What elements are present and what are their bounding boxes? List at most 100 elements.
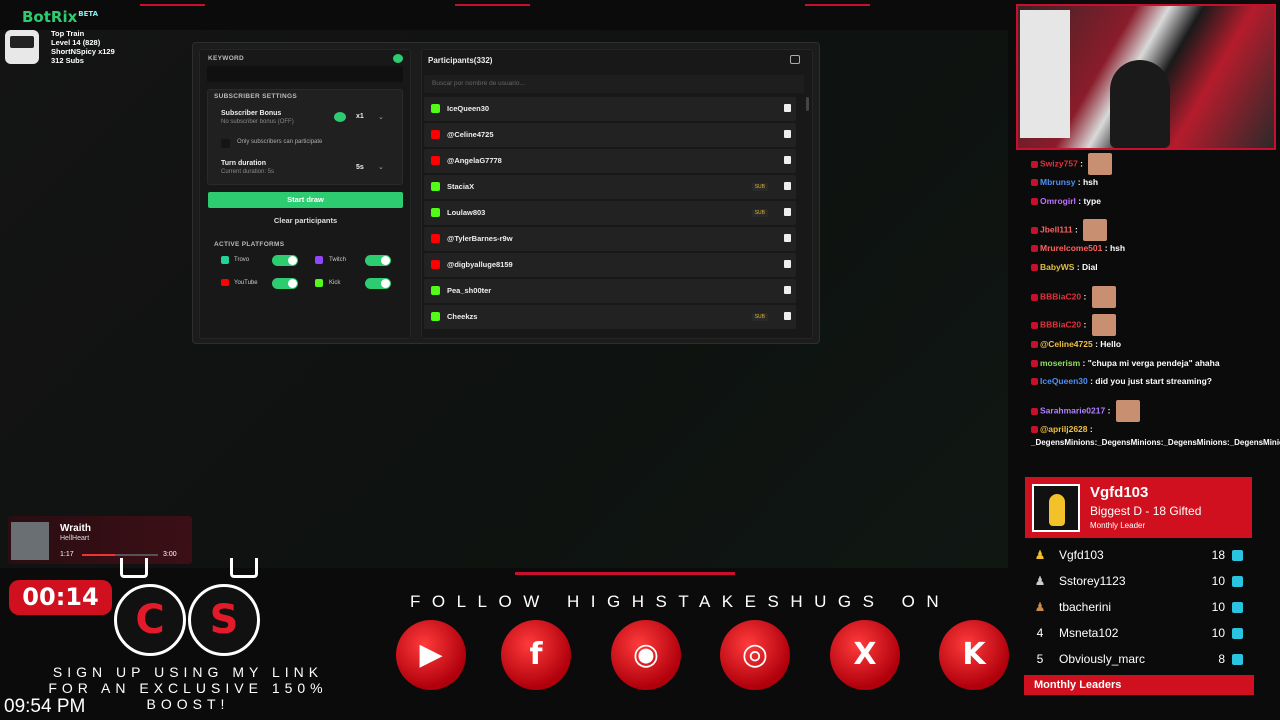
emote-icon — [1083, 219, 1108, 241]
platform-label: Trovo — [234, 257, 250, 263]
leaderboard-name: Msneta102 — [1059, 626, 1119, 640]
turn-duration-select[interactable]: 5s — [356, 164, 364, 171]
track-progress-fill — [82, 554, 115, 556]
trophy-icon: ♟ — [1034, 548, 1046, 562]
follow-text: FOLLOW HIGHSTAKESHUGS ON — [410, 592, 951, 611]
trash-icon[interactable] — [784, 156, 791, 164]
trash-icon[interactable] — [784, 286, 791, 294]
badge-icon — [1031, 293, 1038, 301]
twitch-toggle[interactable] — [365, 255, 391, 266]
trash-icon[interactable] — [784, 234, 791, 242]
leaderboard-count: 18 — [1211, 548, 1225, 562]
multiplier-select[interactable]: x1 — [356, 113, 364, 120]
webcam-streamer — [1110, 60, 1170, 148]
emote-icon — [1088, 153, 1113, 175]
kick-icon — [431, 182, 440, 191]
trovo-icon — [221, 256, 229, 264]
emote-icon — [1091, 286, 1116, 308]
leaderboard-count: 10 — [1211, 626, 1225, 640]
chat-text: did you just start streaming? — [1095, 376, 1212, 386]
instagram-icon: ◎ — [720, 620, 790, 690]
youtube-icon: ▶ — [396, 620, 466, 690]
clock: 09:54 PM — [4, 696, 86, 717]
s-logo: S — [188, 584, 260, 656]
trash-icon[interactable] — [784, 208, 791, 216]
trash-icon[interactable] — [784, 312, 791, 320]
album-art — [11, 522, 49, 560]
participant-name: Loulaw803 — [447, 208, 486, 217]
chat-username[interactable]: Sarahmarie0217 — [1040, 405, 1105, 415]
leaderboard-row: ♟ Vgfd103 18 — [1030, 545, 1245, 567]
leaderboard-rank: 5 — [1036, 652, 1044, 666]
countdown-timer: 00:14 — [9, 580, 112, 615]
youtube-toggle[interactable] — [272, 278, 298, 289]
chat-message: Mrurelcome501 : hsh — [1031, 243, 1125, 253]
participant-row: StaciaX SUB — [424, 175, 796, 199]
search-placeholder: Buscar por nombre de usuario... — [432, 80, 525, 87]
trash-icon[interactable] — [784, 104, 791, 112]
chat-username[interactable]: Jbell111 — [1040, 224, 1073, 234]
chat-message: BBBiaC20 : — [1031, 314, 1116, 336]
participant-row: Cheekzs SUB — [424, 305, 796, 329]
participant-name: IceQueen30 — [447, 104, 490, 113]
sub-badge: SUB — [751, 183, 768, 191]
badge-icon — [1031, 407, 1038, 415]
participant-row: IceQueen30 — [424, 97, 796, 121]
participant-name: @AngelaG7778 — [447, 156, 502, 165]
badge-icon — [1031, 426, 1038, 434]
chat-text: _DegensMinions:_DegensMinions:_DegensMin… — [1031, 438, 1280, 447]
chat-text: hsh — [1082, 177, 1099, 187]
chat-message: BabyWS : Dial — [1031, 262, 1098, 272]
chat-message: Sarahmarie0217 : — [1031, 400, 1140, 422]
track-artist: HellHeart — [60, 535, 90, 542]
x-icon: X — [830, 620, 900, 690]
keyword-input[interactable] — [207, 66, 403, 82]
chat-username[interactable]: @aprilj2628 — [1040, 424, 1088, 434]
trash-icon[interactable] — [784, 130, 791, 138]
chat-message: Jbell111 : — [1031, 219, 1108, 241]
start-draw-button[interactable]: Start draw — [208, 192, 403, 208]
botrix-logo: BotRixBETA — [22, 8, 99, 26]
leaderboard-count: 8 — [1218, 652, 1225, 666]
copy-icon[interactable] — [790, 55, 800, 64]
kick-toggle[interactable] — [365, 278, 391, 289]
train-info: Top Train Level 14 (828) ShortNSpicy x129 3… — [51, 29, 115, 65]
top-accent — [805, 4, 870, 6]
youtube-icon — [431, 130, 440, 139]
chat-username[interactable]: Mbrunsy — [1040, 177, 1075, 187]
badge-icon — [1031, 245, 1038, 253]
bonus-toggle-icon[interactable] — [334, 112, 346, 122]
train-icon — [5, 30, 39, 64]
active-platforms-label: ACTIVE PLATFORMS — [214, 241, 285, 248]
scrollbar[interactable] — [806, 97, 809, 111]
chat-username[interactable]: IceQueen30 — [1040, 376, 1088, 386]
participant-search-input[interactable]: Buscar por nombre de usuario... — [424, 75, 804, 93]
badge-icon — [1031, 360, 1038, 368]
chat-username[interactable]: moserism — [1040, 358, 1080, 368]
turn-duration-desc: Current duration: 5s — [221, 169, 275, 175]
leaderboard-name: Sstorey1123 — [1059, 574, 1126, 588]
trovo-toggle[interactable] — [272, 255, 298, 266]
only-subs-checkbox[interactable] — [221, 139, 230, 148]
facebook-icon: f — [501, 620, 571, 690]
badge-icon — [1031, 341, 1038, 349]
crown-icon — [230, 558, 258, 578]
chat-username[interactable]: Mrurelcome501 — [1040, 243, 1102, 253]
leaderboard-name: Vgfd103 — [1059, 548, 1104, 562]
gift-icon — [1232, 550, 1243, 561]
participant-name: Cheekzs — [447, 312, 478, 321]
badge-icon — [1031, 264, 1038, 272]
chat-username[interactable]: @Celine4725 — [1040, 339, 1093, 349]
chat-username[interactable]: BBBiaC20 — [1040, 319, 1081, 329]
chat-username[interactable]: Swizy757 — [1040, 158, 1078, 168]
clear-participants-button[interactable]: Clear participants — [208, 213, 403, 228]
chat-username[interactable]: Omrogirl — [1040, 196, 1076, 206]
trophy-icon: ♟ — [1034, 600, 1046, 614]
chat-username[interactable]: BBBiaC20 — [1040, 291, 1081, 301]
youtube-icon — [431, 234, 440, 243]
only-subs-label: Only subscribers can participate — [237, 139, 323, 145]
chat-username[interactable]: BabyWS — [1040, 262, 1074, 272]
kick-icon — [431, 312, 440, 321]
trash-icon[interactable] — [784, 260, 791, 268]
trash-icon[interactable] — [784, 182, 791, 190]
